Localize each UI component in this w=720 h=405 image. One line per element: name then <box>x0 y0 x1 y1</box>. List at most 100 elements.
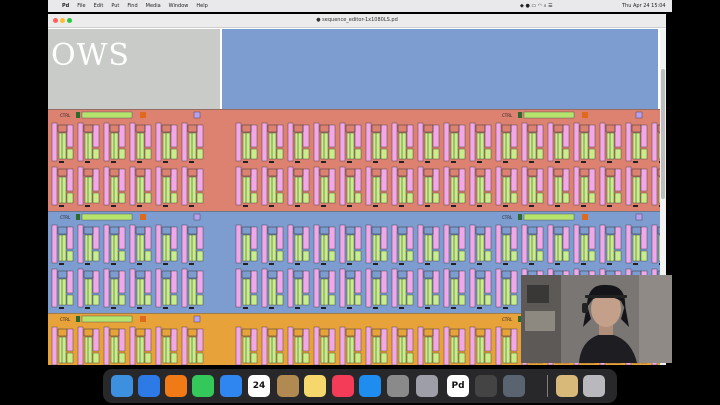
module-pink-fader <box>313 326 320 365</box>
menu-put[interactable]: Put <box>111 3 119 9</box>
dock-finder-icon[interactable] <box>111 375 133 397</box>
module-green-box <box>144 294 152 306</box>
menu-media[interactable]: Media <box>146 3 161 9</box>
module-green-box <box>458 250 466 262</box>
module-outlet <box>295 161 300 163</box>
record-icon[interactable]: ● <box>525 3 529 9</box>
menu-help[interactable]: Help <box>196 3 207 9</box>
module-green-fader <box>424 132 433 160</box>
module-outlet <box>137 161 142 163</box>
module-pink-slider <box>380 328 388 352</box>
dock-safari-icon[interactable] <box>138 375 160 397</box>
dock-system-settings-icon[interactable] <box>387 375 409 397</box>
module-green-box <box>614 148 622 160</box>
menu-app-name[interactable]: Pd <box>62 3 69 9</box>
module-green-fader <box>58 336 67 364</box>
control-center-icon[interactable]: ☰ <box>548 3 552 9</box>
header-canvas-blue <box>222 29 658 109</box>
module-pink-slider <box>380 226 388 250</box>
module-pink-fader <box>651 224 658 264</box>
module-pink-fader <box>495 326 502 365</box>
dock-downloads-icon[interactable] <box>556 375 578 397</box>
module-green-box <box>510 192 518 204</box>
module-pink-fader <box>365 166 372 206</box>
module-pink-fader <box>77 326 84 365</box>
module-green-box <box>536 148 544 160</box>
module-pink-slider <box>354 168 362 192</box>
module-green-fader <box>476 336 485 364</box>
module-green-fader <box>136 176 145 204</box>
module-green-box <box>170 294 178 306</box>
bang-button-left <box>140 112 146 118</box>
module-pink-slider <box>118 124 126 148</box>
module-green-box <box>458 148 466 160</box>
menu-clock[interactable]: Thu Apr 24 15:04 <box>622 0 666 12</box>
module-green-box <box>66 250 74 262</box>
menu-edit[interactable]: Edit <box>94 3 104 9</box>
dock-books-icon[interactable] <box>165 375 187 397</box>
module-green-box <box>302 250 310 262</box>
module-pink-slider <box>92 270 100 294</box>
dock-photo-booth-icon[interactable] <box>475 375 497 397</box>
module-pink-slider <box>640 124 648 148</box>
dock-messages-icon[interactable] <box>192 375 214 397</box>
menu-window[interactable]: Window <box>169 3 189 9</box>
module-green-fader <box>346 132 355 160</box>
module-outlet <box>269 307 274 309</box>
menu-file[interactable]: File <box>77 3 85 9</box>
module-pink-fader <box>339 166 346 206</box>
module-pink-fader <box>287 268 294 308</box>
module-pink-fader <box>495 268 502 308</box>
menu-find[interactable]: Find <box>127 3 137 9</box>
module-green-box <box>640 250 648 262</box>
search-icon[interactable]: ⌕ <box>544 3 547 9</box>
dock-music-icon[interactable] <box>332 375 354 397</box>
module-outlet <box>451 161 456 163</box>
module-pink-slider <box>118 270 126 294</box>
module-green-fader <box>110 176 119 204</box>
module-outlet <box>555 161 560 163</box>
module-green-fader <box>528 234 537 262</box>
header-canvas-gray: OWS <box>48 29 220 109</box>
dock-mail-icon[interactable] <box>220 375 242 397</box>
dock-trash-icon[interactable] <box>583 375 605 397</box>
module-pink-slider <box>144 168 152 192</box>
dock-calendar-icon[interactable]: 24 <box>248 375 270 397</box>
module-green-box <box>354 294 362 306</box>
module-green-fader <box>268 278 277 306</box>
dropbox-icon[interactable]: ◆ <box>520 3 524 9</box>
toggle-right <box>518 214 522 220</box>
dock: 24 Pd <box>103 369 617 403</box>
module-pink-fader <box>625 166 632 206</box>
dock-utility-icon[interactable] <box>416 375 438 397</box>
module-pink-fader <box>599 122 606 162</box>
battery-icon[interactable]: ▭ <box>531 3 536 9</box>
scrollbar-thumb[interactable] <box>661 69 665 199</box>
dock-notes-icon[interactable] <box>304 375 326 397</box>
dock-screenshot-icon[interactable] <box>503 375 525 397</box>
module-green-fader <box>632 132 641 160</box>
dock-app-store-icon[interactable] <box>359 375 381 397</box>
module-green-fader <box>450 336 459 364</box>
status-icons[interactable]: ◆ ● ▭ ◠ ⌕ ☰ <box>520 0 553 12</box>
module-green-fader <box>188 132 197 160</box>
module-outlet <box>607 161 612 163</box>
module-pink-slider <box>66 328 74 352</box>
module-pink-fader <box>51 268 58 308</box>
dock-notes-alt-icon[interactable] <box>277 375 299 397</box>
module-green-fader <box>580 176 589 204</box>
module-pink-slider <box>196 226 204 250</box>
window-titlebar[interactable]: ● sequence_editor-1x1080LS.pd <box>48 14 666 28</box>
module-pink-slider <box>536 226 544 250</box>
row-control-label: CTRL <box>502 215 513 220</box>
module-pink-fader <box>129 122 136 162</box>
module-pink-slider <box>562 168 570 192</box>
module-green-fader <box>294 234 303 262</box>
module-green-fader <box>58 132 67 160</box>
module-pink-slider <box>354 270 362 294</box>
module-pink-fader <box>391 122 398 162</box>
module-pink-fader <box>469 224 476 264</box>
module-pink-fader <box>261 122 268 162</box>
dock-pure-data-icon[interactable]: Pd <box>447 375 469 397</box>
wifi-icon[interactable]: ◠ <box>538 3 542 9</box>
